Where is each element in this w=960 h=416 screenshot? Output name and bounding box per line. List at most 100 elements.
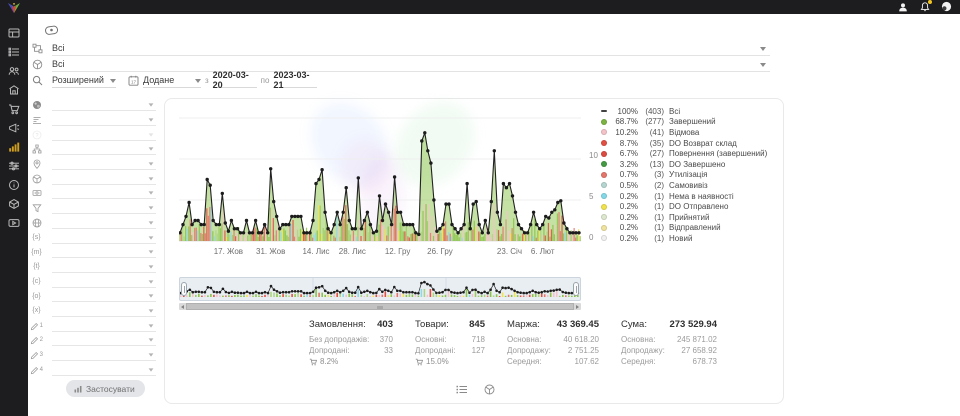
brush-handle-left[interactable] (181, 282, 187, 296)
brace-icon: {m} (30, 249, 43, 256)
app-logo[interactable] (7, 1, 21, 19)
filter-select[interactable] (52, 334, 156, 346)
stat-row-label: Середня: (507, 356, 542, 367)
apply-button[interactable]: Застосувати (66, 380, 145, 397)
filter-select[interactable] (52, 232, 156, 244)
sidebar-item-orders[interactable] (0, 42, 28, 61)
filter-select[interactable] (52, 202, 156, 214)
chart-legend: 100%(403)Всі68.7%(277)Завершений10.2%(41… (601, 106, 783, 244)
x-axis-label: 17. Жов (214, 247, 243, 256)
tag-icon[interactable] (44, 23, 59, 41)
filter-select[interactable] (52, 217, 156, 229)
legend-item[interactable]: 0.5%(2)Самовивіз (601, 180, 783, 191)
legend-label: Відмова (669, 128, 699, 137)
filter-select[interactable] (52, 173, 156, 185)
legend-label: DO Завершено (669, 160, 725, 169)
chevron-down-icon (149, 192, 154, 195)
status-filter-select[interactable]: Всі (52, 41, 770, 56)
legend-item[interactable]: 0.2%(1)Відправлений (601, 223, 783, 234)
calendar-icon: 17 (126, 75, 140, 86)
legend-item[interactable]: 3.2%(13)DO Завершено (601, 159, 783, 170)
filter-select[interactable] (52, 246, 156, 258)
table-view-icon[interactable] (456, 384, 468, 395)
stat-row-label: Допродажу: (507, 345, 551, 356)
filter-select[interactable] (52, 261, 156, 273)
sidebar-item-cart[interactable] (0, 99, 28, 118)
scroll-right-icon[interactable] (576, 305, 579, 309)
legend-percent: 68.7% (612, 117, 638, 126)
filter-select[interactable] (52, 129, 156, 141)
avatar-icon[interactable] (941, 1, 952, 12)
date-from-label: з (205, 76, 209, 85)
legend-percent: 100% (612, 107, 638, 116)
chevron-down-icon (149, 368, 154, 371)
filter-select[interactable] (52, 305, 156, 317)
profile-icon[interactable] (897, 1, 908, 12)
date-to-input[interactable]: 2023-03-21 (273, 73, 317, 88)
date-to-label: по (261, 76, 270, 85)
legend-item[interactable]: 8.7%(35)DO Возврат склад (601, 138, 783, 149)
chart-scrollbar[interactable] (179, 303, 581, 310)
legend-item[interactable]: 0.2%(1)Прийнятий (601, 212, 783, 223)
globe-icon (30, 218, 43, 228)
filter-row-pencil-2: 2 (30, 333, 162, 348)
x-axis-label: 26. Гру (427, 247, 453, 256)
legend-percent: 3.2% (612, 160, 638, 169)
mode-select[interactable]: Розширений (52, 73, 116, 88)
chevron-down-icon (149, 118, 154, 121)
legend-item[interactable]: 0.7%(3)Утилізація (601, 170, 783, 181)
stat-column: Сума:273 529.94Основна:245 871.02Допрода… (621, 319, 717, 367)
filter-select[interactable] (52, 158, 156, 170)
legend-item[interactable]: 0.2%(1)Нема в наявності (601, 191, 783, 202)
sidebar-item-marketing[interactable] (0, 118, 28, 137)
scrollbar-thumb[interactable] (186, 303, 574, 310)
legend-item[interactable]: 0.2%(1)Новий (601, 233, 783, 244)
filter-select[interactable] (52, 187, 156, 199)
sidebar-item-info[interactable] (0, 175, 28, 194)
chevron-down-icon (760, 63, 766, 67)
scroll-left-icon[interactable] (181, 305, 184, 309)
filter-row-pencil-1: 1 (30, 318, 162, 333)
legend-percent: 0.2% (612, 192, 638, 201)
scrollbar-grip (378, 306, 383, 309)
filter-row-sort-lines (30, 113, 162, 128)
filter-select[interactable] (52, 114, 156, 126)
brush-chart[interactable] (179, 277, 581, 301)
sidebar-item-customers[interactable] (0, 61, 28, 80)
legend-item[interactable]: 68.7%(277)Завершений (601, 117, 783, 128)
chevron-down-icon (149, 104, 154, 107)
date-field-select[interactable]: Додане (143, 73, 201, 88)
notification-badge (927, 0, 933, 5)
sidebar-item-analytics[interactable] (0, 137, 28, 156)
product-filter-select[interactable]: Всі (52, 57, 770, 72)
sidebar-item-products[interactable] (0, 194, 28, 213)
filter-select[interactable] (52, 364, 156, 376)
sidebar-item-dashboard[interactable] (0, 23, 28, 42)
filter-select[interactable] (52, 290, 156, 302)
legend-percent: 10.2% (612, 128, 638, 137)
stat-header-label: Сума: (621, 319, 647, 330)
legend-item[interactable]: 0.2%(1)DO Отправлено (601, 201, 783, 212)
legend-item[interactable]: 6.7%(27)Повернення (завершений) (601, 148, 783, 159)
banknote-icon (30, 188, 43, 198)
date-from-input[interactable]: 2020-03-20 (213, 73, 257, 88)
filter-select[interactable] (52, 276, 156, 288)
apply-button-label: Застосувати (86, 384, 135, 394)
globe-view-icon[interactable] (484, 384, 495, 395)
legend-count: (1) (638, 192, 664, 201)
sidebar-item-settings[interactable] (0, 156, 28, 175)
filter-select[interactable] (52, 99, 156, 111)
filter-select[interactable] (52, 349, 156, 361)
filter-select[interactable] (52, 143, 156, 155)
question-circle-icon: ? (30, 130, 43, 140)
notifications-bell-icon[interactable] (919, 1, 930, 12)
search-icon[interactable] (30, 75, 44, 86)
stat-row: Допродажу:27 658.92 (621, 345, 717, 356)
sidebar-item-video[interactable] (0, 213, 28, 232)
sidebar-item-store[interactable] (0, 80, 28, 99)
legend-item[interactable]: 100%(403)Всі (601, 106, 783, 117)
product-filter-row: Всі (30, 57, 770, 73)
brush-handle-right[interactable] (573, 282, 579, 296)
filter-select[interactable] (52, 320, 156, 332)
legend-item[interactable]: 10.2%(41)Відмова (601, 127, 783, 138)
